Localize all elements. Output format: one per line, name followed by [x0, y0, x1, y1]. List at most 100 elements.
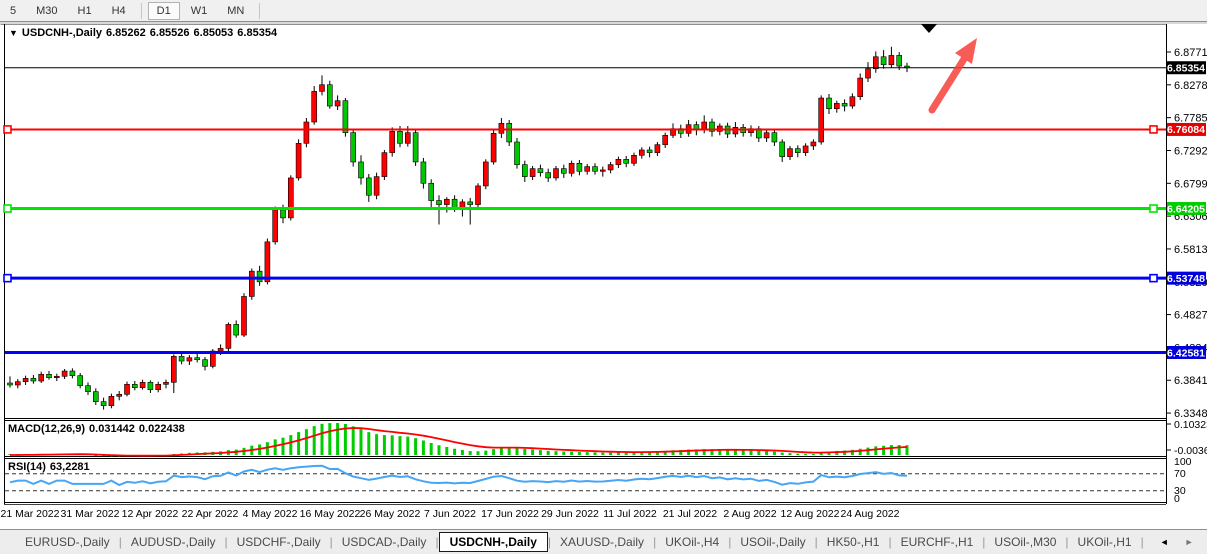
candle: [608, 165, 613, 170]
macd-histogram-bar: [555, 451, 558, 455]
candle: [195, 358, 200, 360]
rsi-line: [10, 466, 907, 485]
macd-histogram-bar: [781, 453, 784, 455]
macd-histogram-bar: [399, 436, 402, 455]
candle: [546, 173, 551, 178]
candle: [483, 162, 488, 186]
candle: [125, 384, 130, 394]
candle: [577, 163, 582, 171]
macd-histogram-bar: [578, 452, 581, 455]
timeframe-button-d1[interactable]: D1: [148, 2, 180, 20]
timeframe-button-mn[interactable]: MN: [218, 2, 253, 20]
candle: [398, 131, 403, 143]
candle: [156, 384, 161, 389]
timeframe-button-m30[interactable]: M30: [27, 2, 66, 20]
window-gap: [0, 22, 1207, 24]
candle: [827, 98, 832, 109]
candle: [335, 101, 340, 106]
macd-histogram-bar: [570, 452, 573, 455]
macd-histogram-bar: [391, 435, 394, 455]
macd-histogram-bar: [321, 424, 324, 455]
date-label: 7 Jun 2022: [424, 508, 476, 520]
candle: [312, 91, 317, 122]
candle: [249, 271, 254, 296]
toolbar-separator: [259, 3, 260, 19]
macd-histogram-bar: [500, 448, 503, 455]
tab-usoil-m30[interactable]: USOil-,M30: [985, 532, 1065, 552]
candle: [491, 133, 496, 162]
timeframe-button-5[interactable]: 5: [1, 2, 25, 20]
candle: [62, 371, 67, 376]
tab-usoil-daily[interactable]: USOil-,Daily: [731, 532, 814, 552]
macd-histogram-bar: [773, 452, 776, 455]
candle: [304, 122, 309, 143]
candle: [733, 127, 738, 134]
tab-eurchf-h1[interactable]: EURCHF-,H1: [892, 532, 983, 552]
tab-usdcnh-daily[interactable]: USDCNH-,Daily: [439, 532, 548, 552]
candle: [639, 150, 644, 155]
price-badge-label: 6.76084: [1167, 124, 1205, 136]
price-badge-label: 6.42581: [1167, 347, 1205, 359]
macd-histogram-bar: [414, 438, 417, 455]
red-arrow-annotation[interactable]: [932, 38, 977, 110]
chart-title: ▼USDCNH-,Daily6.852626.855266.850536.853…: [9, 27, 281, 39]
date-label: 24 Aug 2022: [841, 508, 900, 520]
date-label: 12 Aug 2022: [781, 508, 840, 520]
candle: [803, 146, 808, 153]
date-label: 31 Mar 2022: [61, 508, 120, 520]
candle: [889, 55, 894, 64]
tab-ukoil-h1[interactable]: UKOil-,H1: [1069, 532, 1141, 552]
rsi-axis-label: 70: [1174, 468, 1186, 480]
chart-collapse-icon[interactable]: ▼: [9, 28, 18, 38]
tab-eurusd-daily[interactable]: EURUSD-,Daily: [16, 532, 119, 552]
macd-indicator-label: MACD(12,26,9)0.0314420.022438: [8, 423, 189, 435]
macd-value-signal: 0.022438: [139, 423, 185, 435]
macd-histogram-bar: [492, 449, 495, 455]
candle: [663, 135, 668, 144]
tab-xauusd-daily[interactable]: XAUUSD-,Daily: [551, 532, 653, 552]
candle: [585, 167, 590, 172]
macd-histogram-bar: [531, 449, 534, 455]
candle: [468, 202, 473, 205]
candle: [655, 145, 660, 153]
tab-usdcad-daily[interactable]: USDCAD-,Daily: [333, 532, 436, 552]
line-handle: [4, 126, 11, 133]
tab-scroll-left-icon[interactable]: ◄: [1160, 537, 1169, 547]
timeframe-button-h4[interactable]: H4: [103, 2, 135, 20]
candle: [351, 133, 356, 162]
candle: [281, 210, 286, 218]
candle: [530, 169, 535, 177]
terminal-window: 6.877156.827856.778556.729256.679956.630…: [0, 0, 1207, 554]
chart-canvas[interactable]: 6.877156.827856.778556.729256.679956.630…: [0, 0, 1207, 554]
candle: [218, 348, 223, 351]
candle: [179, 356, 184, 361]
macd-histogram-bar: [305, 429, 308, 455]
candle: [593, 167, 598, 172]
rsi-indicator-label: RSI(14)63,2281: [8, 461, 94, 473]
macd-histogram-bar: [297, 432, 300, 455]
tab-ukoil-h4[interactable]: UKOil-,H4: [656, 532, 728, 552]
candle: [23, 378, 28, 381]
date-label: 2 Aug 2022: [723, 508, 776, 520]
tab-usdchf-daily[interactable]: USDCHF-,Daily: [228, 532, 330, 552]
candle: [795, 149, 800, 153]
candle: [624, 159, 629, 163]
timeframe-toolbar: 5M30H1H4 D1W1MN: [0, 0, 1207, 22]
date-label: 26 May 2022: [360, 508, 421, 520]
candle: [866, 69, 871, 78]
macd-histogram-bar: [375, 434, 378, 455]
tab-audusd-daily[interactable]: AUDUSD-,Daily: [122, 532, 225, 552]
candle: [140, 382, 145, 387]
tab-hk50-h1[interactable]: HK50-,H1: [818, 532, 889, 552]
candle: [569, 163, 574, 173]
chart-title-open: 6.85262: [106, 27, 146, 39]
macd-histogram-bar: [586, 452, 589, 455]
candle: [647, 150, 652, 153]
timeframe-button-h1[interactable]: H1: [69, 2, 101, 20]
candle: [554, 169, 559, 178]
candle: [86, 386, 91, 392]
candle: [390, 131, 395, 152]
timeframe-button-w1[interactable]: W1: [182, 2, 217, 20]
tab-scroll-right-icon[interactable]: ►: [1185, 537, 1194, 547]
date-label: 11 Jul 2022: [603, 508, 657, 520]
